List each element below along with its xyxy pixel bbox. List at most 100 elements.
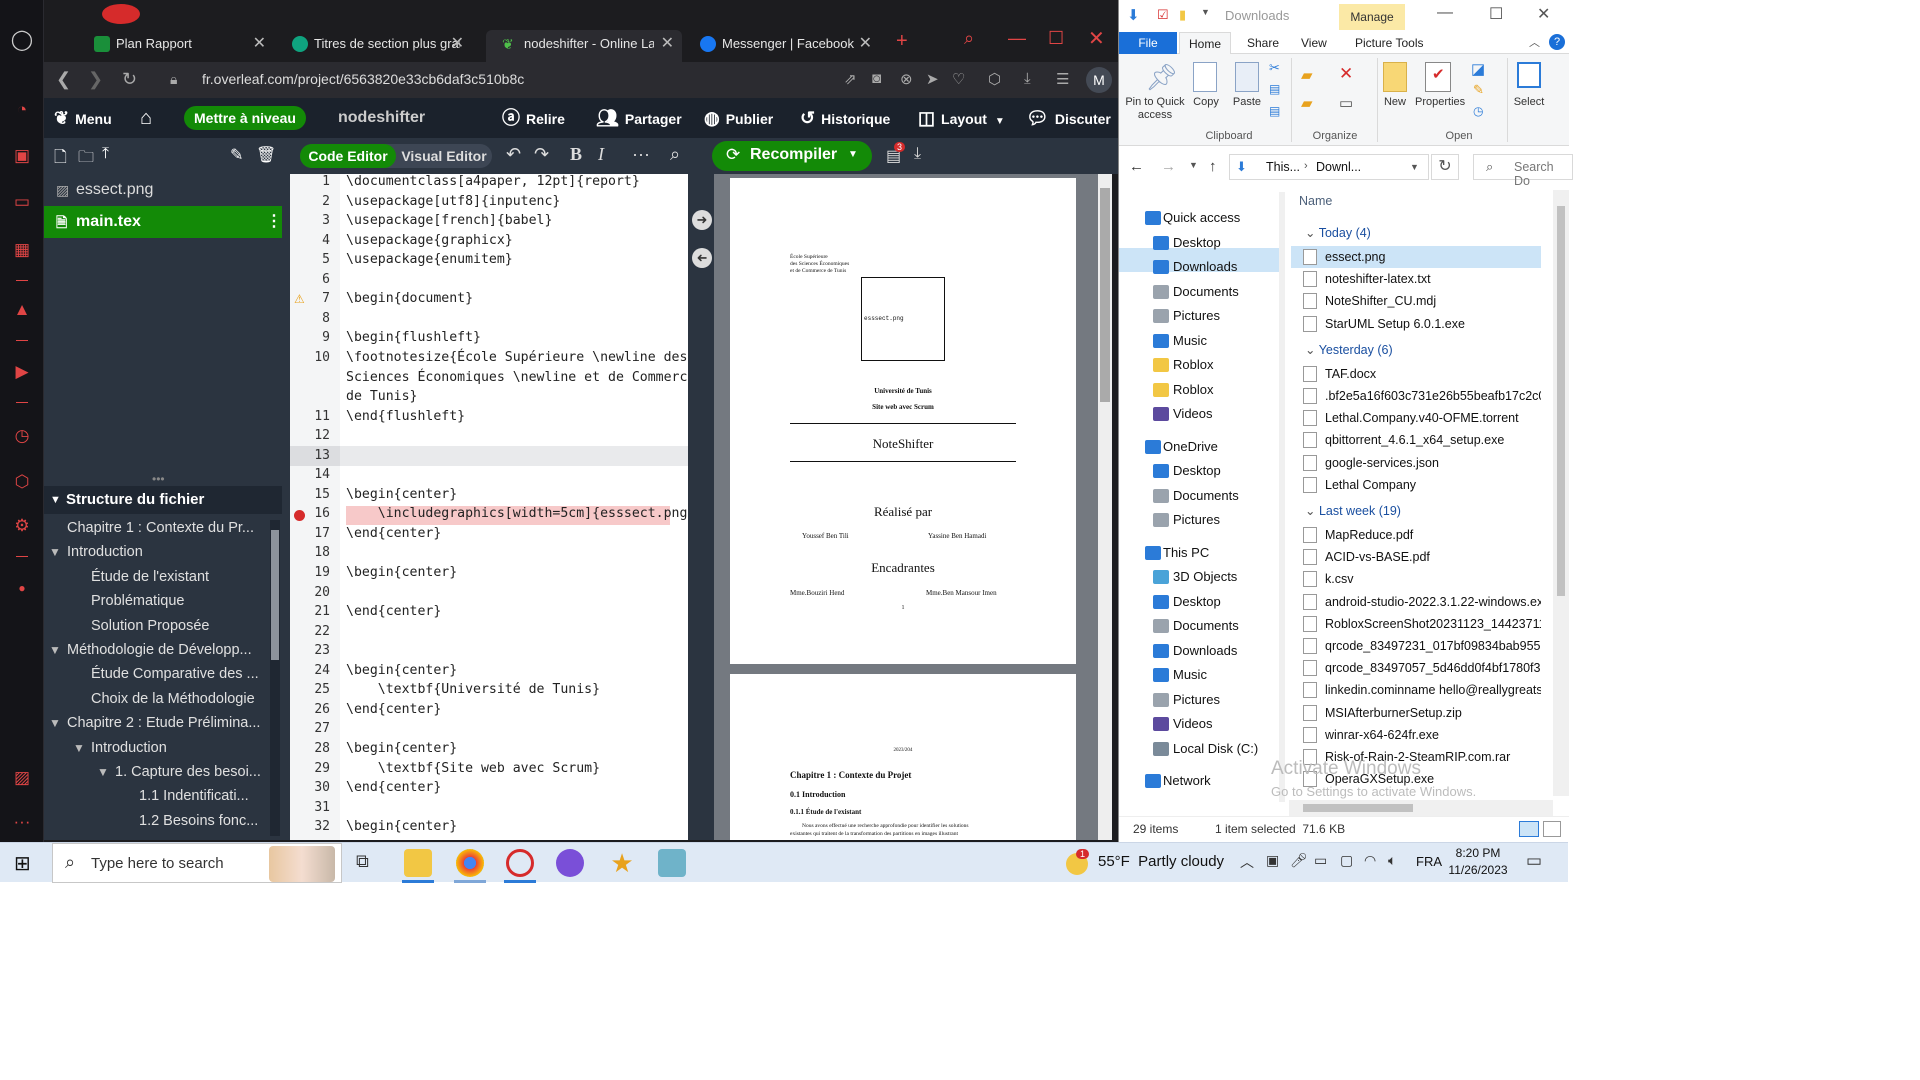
redo-icon[interactable]: ↷: [534, 144, 549, 165]
settings-icon[interactable]: ⚙: [10, 514, 34, 538]
nav-item[interactable]: Roblox: [1119, 353, 1213, 377]
file-row[interactable]: StarUML Setup 6.0.1.exe: [1291, 313, 1541, 335]
new-tab-icon[interactable]: +: [896, 30, 908, 53]
file-row[interactable]: ACID-vs-BASE.pdf: [1291, 546, 1541, 568]
twitch-icon[interactable]: ▭: [10, 190, 34, 214]
outline-item[interactable]: Chapitre 1 : Contexte du Pr...: [67, 516, 267, 540]
file-row[interactable]: RobloxScreenShot20231123_144237117...: [1291, 613, 1541, 635]
pdf-splitter[interactable]: ➜ ➜: [688, 174, 714, 840]
code-line[interactable]: \usepackage{graphicx}: [346, 233, 513, 248]
close-tab-icon[interactable]: ✕: [661, 30, 674, 58]
nav-item[interactable]: OneDrive: [1119, 435, 1218, 459]
nav-item[interactable]: Network: [1119, 769, 1211, 793]
outline-item[interactable]: 1.1 Indentificati...: [139, 784, 267, 808]
bold-icon[interactable]: B: [570, 144, 582, 165]
vpn-icon[interactable]: ●: [10, 576, 34, 600]
properties-icon[interactable]: ✔: [1425, 62, 1451, 92]
chevron-down-icon[interactable]: ▼: [97, 760, 109, 784]
file-row[interactable]: android-studio-2022.3.1.22-windows.exe: [1291, 591, 1541, 613]
close-tab-icon[interactable]: ✕: [253, 30, 266, 58]
file-tab[interactable]: File: [1119, 32, 1177, 54]
shopping-icon[interactable]: ▣: [10, 144, 34, 168]
file-row[interactable]: winrar-x64-624fr.exe: [1291, 724, 1541, 746]
clock[interactable]: 8:20 PM 11/26/2023: [1446, 845, 1510, 879]
nav-item[interactable]: Music: [1119, 329, 1207, 353]
pin-label[interactable]: Pin to Quick access: [1123, 96, 1187, 122]
code-line[interactable]: de Tunis}: [346, 389, 417, 404]
file-explorer-taskbar-icon[interactable]: [404, 849, 432, 877]
pdf-scrollbar[interactable]: [1098, 174, 1112, 840]
file-row[interactable]: NoteShifter_CU.mdj: [1291, 290, 1541, 312]
file-main-tex[interactable]: 🗎 main.tex ⋮: [44, 206, 282, 238]
send-icon[interactable]: ➤: [926, 70, 939, 88]
file-row[interactable]: MSIAfterburnerSetup.zip: [1291, 702, 1541, 724]
more-tools-icon[interactable]: ···: [632, 144, 650, 165]
nav-item[interactable]: Music: [1119, 663, 1207, 687]
picture-tools-tab[interactable]: Picture Tools: [1355, 32, 1423, 54]
pdf-preview[interactable]: École Supérieure des Sciences Économique…: [714, 174, 1112, 840]
file-row[interactable]: qrcode_83497057_5d46dd0f4bf1780f3e1...: [1291, 657, 1541, 679]
path-segment[interactable]: Downl...: [1316, 160, 1361, 174]
code-line[interactable]: \end{center}: [346, 780, 441, 795]
new-folder-icon[interactable]: 🗀: [78, 146, 94, 173]
new-label[interactable]: New: [1379, 96, 1411, 108]
chevron-down-icon[interactable]: ▼: [1410, 162, 1419, 172]
paste-icon[interactable]: [1235, 62, 1259, 92]
history-button[interactable]: ↺ Historique: [800, 98, 890, 138]
splitter[interactable]: [282, 174, 290, 840]
speed-dial-icon[interactable]: ◔: [10, 98, 34, 122]
warning-icon[interactable]: ⚠: [294, 292, 305, 306]
back-icon[interactable]: ❮: [56, 69, 71, 90]
aria-icon[interactable]: ▲: [10, 298, 34, 322]
manage-tab[interactable]: Manage: [1339, 4, 1405, 30]
app-icon[interactable]: [658, 849, 686, 877]
chevron-down-icon[interactable]: ▼: [49, 540, 61, 564]
player-icon[interactable]: ▶: [10, 360, 34, 384]
code-editor[interactable]: 1 \documentclass[a4paper, 12pt]{report} 2 \…: [290, 174, 688, 840]
nav-item[interactable]: Documents: [1119, 614, 1239, 638]
hscroll-thumb[interactable]: [1303, 804, 1413, 812]
tab-plan-rapport[interactable]: Plan Rapport ✕: [78, 30, 274, 62]
group-header[interactable]: ⌄ Last week (19): [1291, 500, 1401, 522]
menu-button[interactable]: ❦ Menu: [54, 98, 112, 138]
code-line[interactable]: \usepackage[utf8]{inputenc}: [346, 194, 560, 209]
maximize-icon[interactable]: ☐: [1048, 28, 1064, 49]
delete-icon[interactable]: 🗑︎: [256, 145, 276, 165]
forward-icon[interactable]: ❯: [88, 69, 103, 90]
file-row[interactable]: Lethal Company: [1291, 474, 1541, 496]
code-line[interactable]: \footnotesize{École Supérieure \newline …: [346, 350, 687, 365]
tab-titres[interactable]: Titres de section plus grand ✕: [276, 30, 472, 62]
easy-setup-icon[interactable]: ☰: [1056, 70, 1069, 88]
outline-item[interactable]: ▼ Méthodologie de Développ...: [49, 638, 267, 662]
code-line[interactable]: \end{flushleft}: [346, 409, 465, 424]
close-window-icon[interactable]: ✕: [1088, 26, 1105, 51]
outline-item[interactable]: Étude de l'existant: [91, 565, 267, 589]
outline-item[interactable]: Problématique: [91, 589, 267, 613]
code-line[interactable]: \begin{center}: [346, 819, 457, 834]
file-essect-png[interactable]: ▨ essect.png: [44, 174, 282, 206]
volume-icon[interactable]: 🔈︎: [1388, 852, 1396, 869]
nav-item[interactable]: Pictures: [1119, 304, 1220, 328]
outline-item[interactable]: ▼ Introduction: [73, 736, 267, 760]
staruml-icon[interactable]: ★: [608, 849, 636, 877]
name-column-header[interactable]: Name: [1299, 194, 1332, 208]
chevron-down-icon[interactable]: ▼: [49, 711, 61, 735]
recompile-button[interactable]: ⟳ Recompiler ▼: [712, 141, 872, 171]
paste-shortcut-icon[interactable]: ▤: [1269, 104, 1280, 118]
snapshot-icon[interactable]: ◙: [872, 70, 881, 87]
language-indicator[interactable]: FRA: [1416, 854, 1442, 869]
file-row[interactable]: essect.png: [1291, 246, 1541, 268]
select-icon[interactable]: [1517, 62, 1541, 88]
group-header[interactable]: ⌄ Yesterday (6): [1291, 339, 1393, 361]
folder-qat-icon[interactable]: ▮: [1179, 7, 1186, 23]
outline-item[interactable]: ▼ Introduction: [49, 540, 267, 564]
heart-icon[interactable]: ♡: [952, 70, 965, 88]
file-menu-icon[interactable]: ⋮: [266, 206, 282, 238]
code-line[interactable]: \usepackage[french]{babel}: [346, 213, 552, 228]
file-row[interactable]: MapReduce.pdf: [1291, 524, 1541, 546]
nav-item[interactable]: Desktop: [1119, 231, 1221, 255]
file-row[interactable]: qbittorrent_4.6.1_x64_setup.exe: [1291, 429, 1541, 451]
back-arrow-icon[interactable]: ←: [1129, 158, 1144, 175]
code-line[interactable]: \includegraphics[width=5cm]{esssect.png}: [346, 506, 688, 521]
arrow-right-icon[interactable]: ➜: [692, 210, 712, 230]
